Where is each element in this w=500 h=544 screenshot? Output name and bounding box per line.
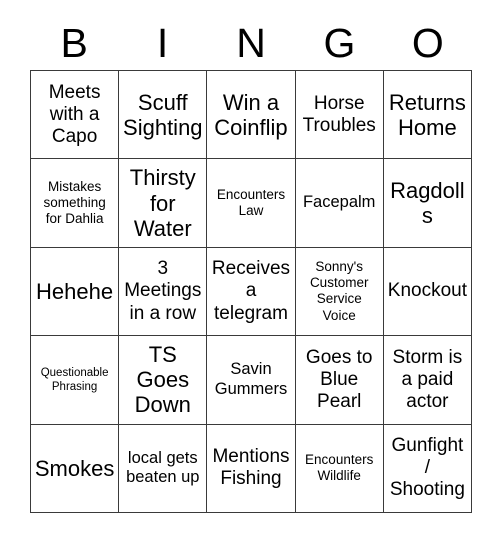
bingo-cell-label: Win a Coinflip — [214, 89, 288, 140]
bingo-cell-r5c2[interactable]: local gets beaten up — [119, 424, 208, 513]
bingo-cell-label: Mentions Fishing — [212, 446, 290, 490]
bingo-cell-label: Storm is a paid actor — [392, 346, 463, 412]
bingo-cell-r4c1[interactable]: Questionable Phrasing — [31, 336, 120, 425]
bingo-cell-label: Savin Gummers — [214, 360, 288, 398]
bingo-cell-r2c2[interactable]: Thirsty for Water — [119, 159, 208, 248]
bingo-cell-r2c5[interactable]: Ragdolls — [383, 159, 472, 248]
bingo-card: B I N G O Meets with a Capo Scuff Sightin… — [0, 0, 500, 544]
bingo-cell-r4c3[interactable]: Savin Gummers — [207, 336, 296, 425]
bingo-cell-r2c1[interactable]: Mistakes something for Dahlia — [31, 159, 120, 248]
bingo-cell-r1c5[interactable]: Returns Home — [383, 71, 472, 160]
bingo-cell-label: Facepalm — [302, 193, 376, 212]
bingo-cell-label: Encounters Wildlife — [305, 452, 374, 484]
bingo-header-letter-b: B — [60, 19, 88, 66]
bingo-cell-r2c4[interactable]: Facepalm — [295, 159, 384, 248]
bingo-cell-r3c5[interactable]: Knockout — [383, 247, 472, 337]
bingo-header: B I N G O — [30, 16, 472, 70]
bingo-cell-label: Hehehe — [36, 278, 114, 304]
bingo-cell-label: Scuff Sighting — [123, 89, 203, 140]
bingo-cell-label: Meets with a Capo — [48, 81, 101, 147]
bingo-cell-label: Ragdolls — [390, 178, 465, 229]
bingo-cell-r5c5[interactable]: Gunfight / Shooting — [383, 424, 472, 513]
bingo-header-letter-i: I — [156, 19, 169, 66]
bingo-cell-r1c1[interactable]: Meets with a Capo — [31, 71, 120, 160]
bingo-cell-label: Sonny's Customer Service Voice — [309, 259, 369, 323]
bingo-cell-label: TS Goes Down — [134, 342, 191, 418]
bingo-cell-r5c3[interactable]: Mentions Fishing — [207, 424, 296, 513]
bingo-header-letter-o: O — [411, 19, 444, 66]
bingo-cell-label: Receives a telegram — [211, 258, 291, 324]
bingo-cell-r1c2[interactable]: Scuff Sighting — [119, 71, 208, 160]
bingo-header-letter-g: G — [323, 19, 356, 66]
bingo-cell-r3c4[interactable]: Sonny's Customer Service Voice — [295, 247, 384, 337]
bingo-cell-r5c1[interactable]: Smokes — [31, 424, 120, 513]
bingo-cell-r4c5[interactable]: Storm is a paid actor — [383, 336, 472, 425]
bingo-cell-label: Encounters Law — [216, 186, 286, 219]
bingo-cell-r1c4[interactable]: Horse Troubles — [295, 71, 384, 160]
bingo-header-letter-n: N — [236, 19, 266, 66]
bingo-cell-label: Smokes — [34, 455, 115, 481]
bingo-grid: Meets with a Capo Scuff Sighting Win a Coi… — [30, 70, 472, 513]
bingo-cell-r1c3[interactable]: Win a Coinflip — [207, 71, 296, 160]
bingo-cell-label: Horse Troubles — [302, 92, 376, 136]
bingo-cell-r2c3[interactable]: Encounters Law — [207, 159, 296, 248]
bingo-cell-label: Questionable Phrasing — [40, 366, 109, 393]
bingo-cell-label: Thirsty for Water — [129, 165, 196, 241]
bingo-cell-r3c3[interactable]: Receives a telegram — [207, 247, 296, 337]
bingo-cell-r3c2[interactable]: 3 Meetings in a row — [119, 247, 208, 337]
bingo-cell-label: 3 Meetings in a row — [124, 258, 202, 324]
bingo-cell-r4c4[interactable]: Goes to Blue Pearl — [295, 336, 384, 425]
bingo-cell-label: local gets beaten up — [126, 448, 200, 487]
bingo-cell-label: Mistakes something for Dahlia — [43, 178, 106, 227]
bingo-cell-label: Goes to Blue Pearl — [305, 346, 373, 412]
bingo-cell-r5c4[interactable]: Encounters Wildlife — [295, 424, 384, 513]
bingo-cell-r3c1[interactable]: Hehehe — [31, 247, 120, 337]
bingo-cell-label: Gunfight / Shooting — [389, 435, 465, 501]
bingo-cell-label: Knockout — [387, 280, 467, 302]
bingo-cell-r4c2[interactable]: TS Goes Down — [119, 336, 208, 425]
bingo-cell-label: Returns Home — [388, 89, 466, 140]
